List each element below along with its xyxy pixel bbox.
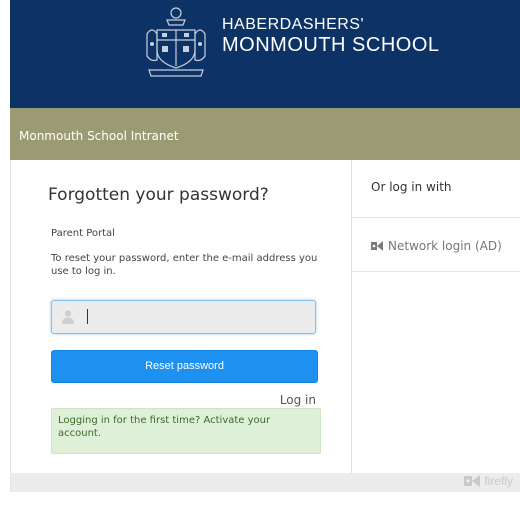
password-reset-card: Forgotten your password? Parent Portal T…: [10, 160, 520, 492]
activate-account-message[interactable]: Logging in for the first time? Activate …: [51, 408, 321, 454]
sidebar-divider: [352, 217, 520, 218]
intranet-title: Monmouth School Intranet: [19, 129, 179, 143]
network-login-label: Network login (AD): [388, 239, 502, 253]
card-footer: firefly: [11, 473, 520, 492]
email-field-wrapper[interactable]: [51, 300, 316, 334]
page-title: Forgotten your password?: [48, 185, 269, 205]
sidebar-divider: [352, 271, 520, 272]
alternative-login-panel: Or log in with Network login (AD): [352, 160, 520, 473]
intranet-title-bar: Monmouth School Intranet: [10, 108, 520, 160]
firefly-icon: [371, 241, 383, 251]
reset-instructions: To reset your password, enter the e-mail…: [51, 253, 318, 277]
reset-form-panel: Forgotten your password? Parent Portal T…: [11, 160, 351, 473]
school-name-line1: HABERDASHERS': [222, 16, 365, 33]
portal-label: Parent Portal: [51, 228, 115, 239]
school-name-line2: MONMOUTH SCHOOL: [222, 34, 440, 56]
or-log-in-with-label: Or log in with: [371, 180, 452, 194]
text-caret: [87, 309, 88, 324]
log-in-link[interactable]: Log in: [280, 393, 316, 407]
school-crest-icon: [146, 7, 206, 77]
user-icon: [62, 310, 74, 324]
email-input[interactable]: [84, 301, 313, 333]
firefly-brand-label: firefly: [484, 474, 513, 488]
firefly-brand: firefly: [463, 474, 513, 488]
reset-password-button[interactable]: Reset password: [51, 350, 318, 383]
network-login-button[interactable]: Network login (AD): [370, 239, 502, 253]
firefly-logo-icon: [464, 475, 481, 487]
